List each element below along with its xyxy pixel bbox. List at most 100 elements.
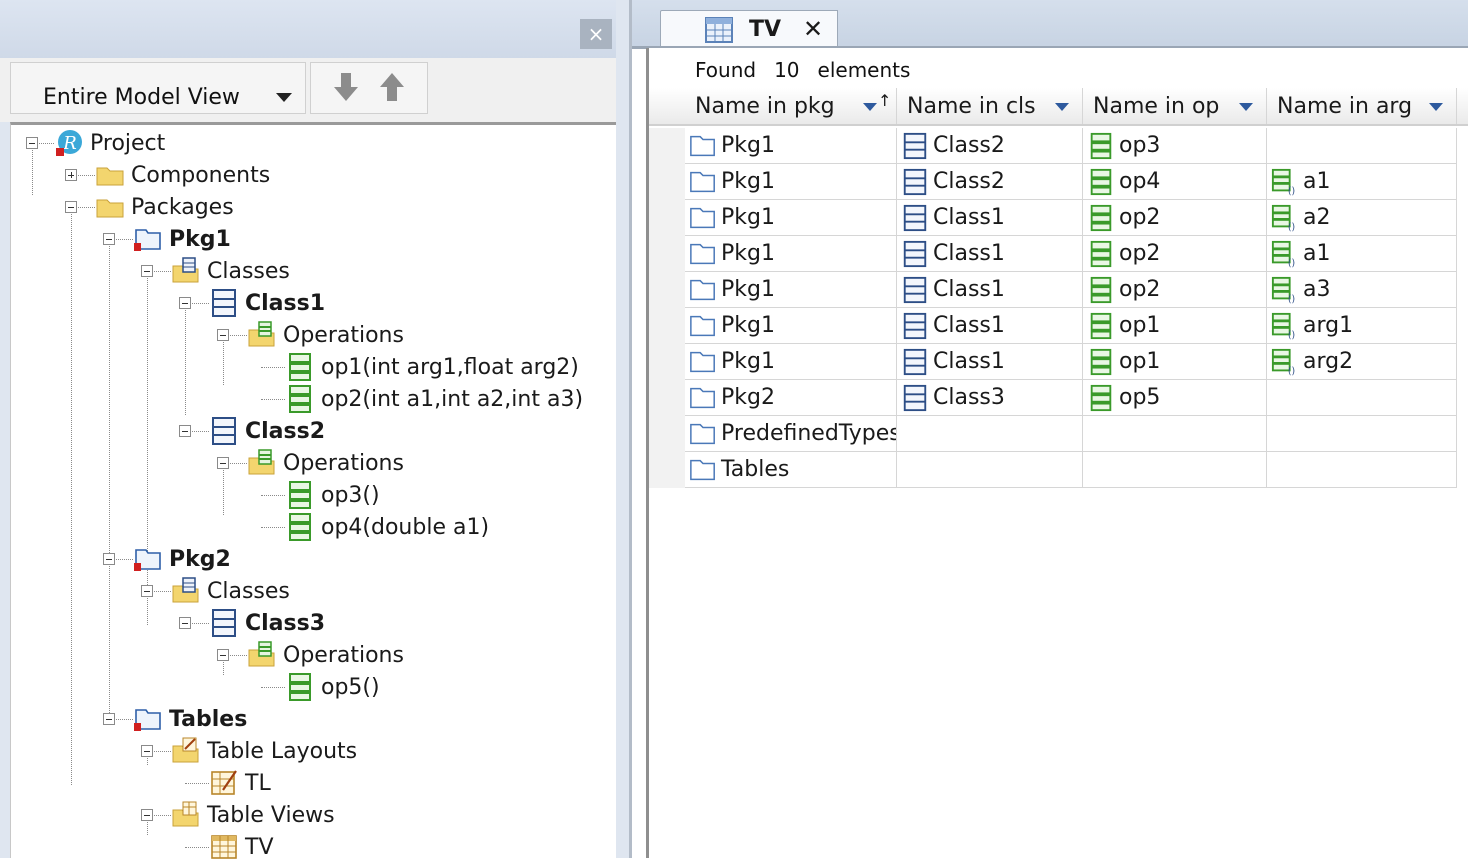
cell-cls[interactable]: Class1 [897,200,1083,236]
table-row[interactable]: Pkg1 Class1 op1 () arg1 [649,308,1457,344]
cell-arg[interactable]: () arg2 [1267,344,1457,380]
cell-pkg[interactable]: Pkg1 [685,272,897,308]
collapse-toggle[interactable] [141,809,153,821]
tree-node[interactable]: op5() [285,671,380,703]
cell-pkg[interactable]: Pkg1 [685,308,897,344]
tree-node[interactable]: Pkg2 [133,543,231,575]
filter-dropdown-icon[interactable] [1429,103,1443,111]
tree-node[interactable]: Class1 [209,287,325,319]
collapse-toggle[interactable] [179,425,191,437]
cell-op[interactable]: op2 [1083,200,1267,236]
row-header[interactable] [649,416,685,452]
pane-splitter[interactable] [616,0,632,858]
expand-toggle[interactable] [65,169,77,181]
tree-node[interactable]: Packages [95,191,234,223]
move-down-button[interactable] [331,71,361,103]
column-header-name-in-cls[interactable]: Name in cls [897,88,1083,124]
cell-pkg[interactable]: Pkg1 [685,236,897,272]
row-header[interactable] [649,200,685,236]
table-row[interactable]: PredefinedTypes [649,416,1457,452]
cell-cls[interactable] [897,416,1083,452]
tree-node[interactable]: Table Layouts [171,735,357,767]
cell-arg[interactable] [1267,380,1457,416]
cell-op[interactable]: op1 [1083,308,1267,344]
tree-node[interactable]: Components [95,159,270,191]
cell-op[interactable]: op3 [1083,128,1267,164]
collapse-toggle[interactable] [179,297,191,309]
cell-cls[interactable]: Class2 [897,128,1083,164]
cell-pkg[interactable]: PredefinedTypes [685,416,897,452]
cell-cls[interactable]: Class1 [897,272,1083,308]
cell-pkg[interactable]: Pkg1 [685,164,897,200]
tab-tv[interactable]: TV ✕ [660,10,838,48]
cell-cls[interactable]: Class1 [897,344,1083,380]
cell-cls[interactable]: Class3 [897,380,1083,416]
table-row[interactable]: Pkg1 Class2 op3 [649,128,1457,164]
cell-op[interactable] [1083,452,1267,488]
row-header[interactable] [649,164,685,200]
tree-node[interactable]: Class2 [209,415,325,447]
cell-pkg[interactable]: Pkg2 [685,380,897,416]
cell-pkg[interactable]: Tables [685,452,897,488]
column-header-name-in-arg[interactable]: Name in arg [1267,88,1457,124]
cell-arg[interactable]: () a1 [1267,164,1457,200]
table-row[interactable]: Pkg2 Class3 op5 [649,380,1457,416]
cell-arg[interactable] [1267,128,1457,164]
cell-pkg[interactable]: Pkg1 [685,128,897,164]
collapse-toggle[interactable] [141,265,153,277]
collapse-toggle[interactable] [179,617,191,629]
table-row[interactable]: Tables [649,452,1457,488]
close-pane-button[interactable]: × [580,19,612,49]
tree-node[interactable]: Classes [171,255,290,287]
close-tab-icon[interactable]: ✕ [803,15,823,43]
filter-dropdown-icon[interactable] [1055,103,1069,111]
cell-arg[interactable] [1267,416,1457,452]
collapse-toggle[interactable] [103,233,115,245]
row-header[interactable] [649,128,685,164]
row-header[interactable] [649,272,685,308]
tree-node[interactable]: op3() [285,479,380,511]
row-header[interactable] [649,236,685,272]
cell-arg[interactable]: () arg1 [1267,308,1457,344]
cell-op[interactable]: op4 [1083,164,1267,200]
collapse-toggle[interactable] [65,201,77,213]
tree-node[interactable]: Operations [247,319,404,351]
collapse-toggle[interactable] [217,649,229,661]
cell-op[interactable]: op2 [1083,236,1267,272]
collapse-toggle[interactable] [141,585,153,597]
table-row[interactable]: Pkg1 Class1 op2 () a2 [649,200,1457,236]
cell-arg[interactable]: () a3 [1267,272,1457,308]
column-header-name-in-pkg[interactable]: Name in pkg ↑ [685,88,897,124]
cell-op[interactable]: op5 [1083,380,1267,416]
tree-node[interactable]: op4(double a1) [285,511,489,543]
row-header[interactable] [649,380,685,416]
tree-node[interactable]: Class3 [209,607,325,639]
row-header[interactable] [649,344,685,380]
cell-pkg[interactable]: Pkg1 [685,344,897,380]
collapse-toggle[interactable] [103,553,115,565]
collapse-toggle[interactable] [141,745,153,757]
cell-cls[interactable] [897,452,1083,488]
tree-node[interactable]: Tables [133,703,247,735]
tree-node[interactable]: Classes [171,575,290,607]
filter-dropdown-icon[interactable] [1239,103,1253,111]
cell-cls[interactable]: Class1 [897,308,1083,344]
collapse-toggle[interactable] [26,137,38,149]
tree-node[interactable]: Operations [247,447,404,479]
view-selector-dropdown[interactable]: Entire Model View [10,62,306,114]
cell-arg[interactable]: () a2 [1267,200,1457,236]
table-row[interactable]: Pkg1 Class1 op1 () arg2 [649,344,1457,380]
tree-node[interactable]: op1(int arg1,float arg2) [285,351,579,383]
tree-node[interactable]: TL [209,767,271,799]
tree-node[interactable]: Operations [247,639,404,671]
tree-node[interactable]: op2(int a1,int a2,int a3) [285,383,583,415]
row-header[interactable] [649,308,685,344]
cell-arg[interactable]: () a1 [1267,236,1457,272]
tree-node[interactable]: R Project [54,127,165,159]
row-header[interactable] [649,452,685,488]
cell-op[interactable]: op1 [1083,344,1267,380]
cell-op[interactable]: op2 [1083,272,1267,308]
table-row[interactable]: Pkg1 Class1 op2 () a3 [649,272,1457,308]
tree-node[interactable]: Pkg1 [133,223,231,255]
cell-arg[interactable] [1267,452,1457,488]
